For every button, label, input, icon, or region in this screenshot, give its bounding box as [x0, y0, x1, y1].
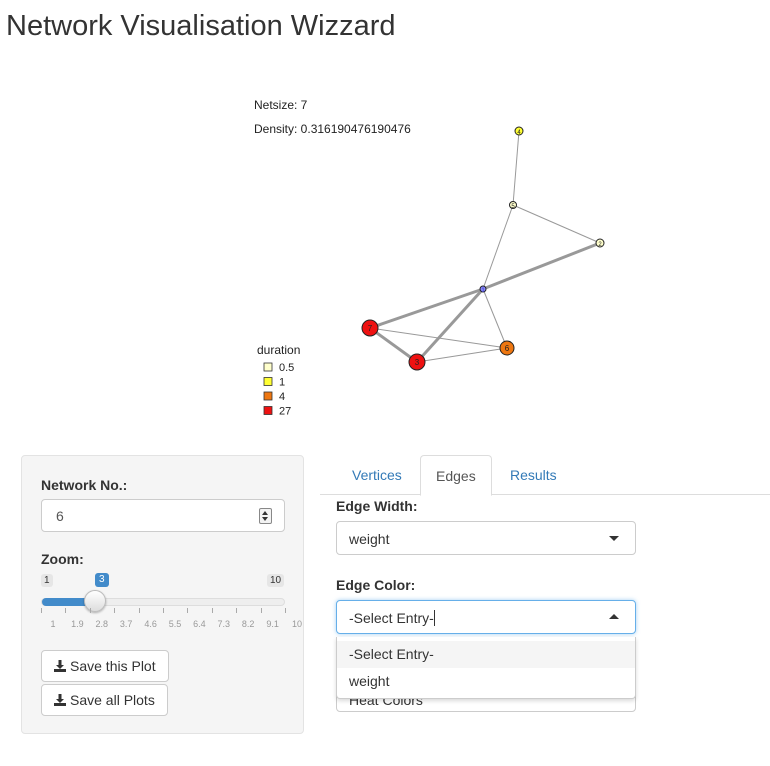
graph-edge [482, 204, 514, 290]
legend-label: 27 [279, 406, 291, 418]
slider-tick-label: 8.2 [241, 619, 255, 629]
slider-tick [65, 608, 67, 613]
edge-width-select[interactable]: weight [336, 521, 636, 555]
slider-min-label: 1 [41, 574, 53, 587]
download-icon [54, 660, 66, 672]
network-number-value: 6 [56, 508, 64, 524]
slider-value-label: 3 [95, 573, 109, 587]
legend-swatch [263, 391, 273, 401]
network-number-input[interactable]: 6 [41, 499, 285, 532]
slider-max-label: 10 [267, 574, 285, 587]
save-all-label: Save all Plots [70, 692, 155, 708]
edge-color-dropdown: -Select Entry- weight [336, 637, 636, 699]
edge-width-value: weight [349, 531, 390, 547]
dropdown-option[interactable]: -Select Entry- [337, 641, 635, 668]
legend-title: duration [257, 343, 300, 357]
slider-tick [285, 608, 286, 613]
slider-tick [114, 608, 116, 613]
slider-tick [89, 608, 91, 613]
slider-tick [187, 608, 189, 613]
control-panel: Network No.: 6 Zoom: 1 3 10 1 1.9 2.8 3.7 4.… [21, 455, 304, 734]
graph-edge [512, 130, 520, 206]
download-icon [54, 694, 66, 706]
graph-edges [369, 130, 601, 364]
graph-node-label: 7 [368, 324, 373, 333]
slider-tick-label: 9.1 [266, 619, 279, 629]
slider-tick-label: 1.9 [71, 619, 84, 629]
settings-tabs: Vertices Edges Results [320, 455, 770, 496]
legend-label: 4 [279, 391, 285, 403]
tab-edges[interactable]: Edges [420, 455, 492, 496]
graph-legend: 0.5 1 4 27 [263, 362, 294, 418]
graph-edge [482, 241, 601, 291]
legend-label: 0.5 [279, 362, 294, 374]
slider-tick [138, 608, 140, 613]
graph-node-label: 6 [505, 344, 510, 353]
number-spinner-icon[interactable] [259, 508, 272, 524]
slider-tick [236, 608, 238, 613]
zoom-label: Zoom: [41, 551, 84, 567]
edge-color-select[interactable]: -Select Entry- [336, 600, 636, 634]
slider-tick-label: 1 [50, 619, 56, 629]
chevron-up-icon [609, 614, 619, 619]
save-plot-button[interactable]: Save this Plot [41, 650, 169, 682]
slider-tick-label: 4.6 [144, 619, 157, 629]
tab-results[interactable]: Results [495, 455, 572, 496]
save-all-plots-button[interactable]: Save all Plots [41, 684, 168, 716]
zoom-slider-track[interactable] [41, 598, 285, 606]
slider-tick-label: 3.7 [119, 619, 133, 629]
legend-swatch [263, 362, 273, 372]
graph-edge [482, 288, 508, 349]
chevron-down-icon [609, 536, 619, 541]
slider-tick [163, 608, 164, 613]
dropdown-option[interactable]: weight [337, 668, 635, 695]
slider-tick-label: 7.3 [217, 619, 231, 629]
slider-tick-label: 10 [291, 619, 303, 629]
graph-edge [369, 326, 418, 364]
slider-tick-label: 6.4 [193, 619, 206, 629]
edge-color-input[interactable]: -Select Entry- [349, 610, 435, 626]
slider-tick [211, 608, 213, 613]
slider-tick-labels: 1 1.9 2.8 3.7 4.6 5.5 6.4 7.3 8.2 9.1 10 [22, 619, 305, 631]
network-no-label: Network No.: [41, 477, 128, 493]
edge-width-label: Edge Width: [336, 498, 418, 514]
graph-edge [512, 204, 601, 244]
legend-swatch [263, 377, 273, 386]
slider-tick-label: 5.5 [168, 619, 182, 629]
edge-color-label: Edge Color: [336, 577, 416, 593]
legend-label: 1 [279, 377, 285, 389]
graph-node-label: 3 [415, 358, 420, 367]
graph-nodes: 1234567 [361, 126, 605, 371]
graph-edge [369, 327, 508, 349]
slider-tick [260, 608, 262, 613]
save-plot-label: Save this Plot [70, 658, 156, 674]
graph-edge [416, 347, 508, 363]
slider-tick [41, 608, 42, 613]
legend-swatch [263, 406, 273, 415]
network-plot: 1234567 duration 0.51427 [257, 126, 605, 418]
slider-tick-label: 2.8 [95, 619, 109, 629]
slider-ticks [41, 608, 286, 614]
tab-vertices[interactable]: Vertices [337, 455, 417, 496]
